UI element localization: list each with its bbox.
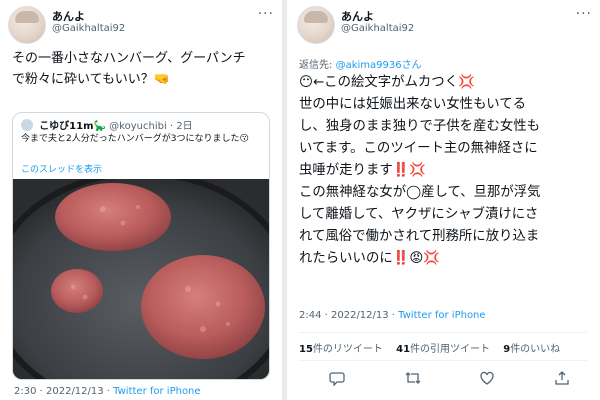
reply-to: 返信先: @akima9936さん (299, 56, 422, 71)
tweet-timestamp[interactable]: 2:44 · 2022/12/13 · (299, 310, 398, 321)
quotes-count: 41 (396, 344, 411, 355)
tweet-text-line: いてます。このツイート主の無神経さに (299, 141, 538, 156)
tweet-header: あんよ @Gaikhaltai92 ··· (297, 6, 592, 46)
quoted-text: 今まで夫と2人分だったハンバーグが3つになりました😗 (21, 134, 249, 144)
retweets-count: 15 (299, 344, 313, 355)
display-name[interactable]: あんよ (52, 8, 85, 24)
tweet-text: 😶←この絵文字がムカつく💢 世の中には妊娠出来ない女性もいてる し、独身のまま独… (299, 72, 594, 270)
display-name[interactable]: あんよ (341, 8, 374, 24)
quoted-tweet[interactable]: こゆび11m🦕 @koyuchibi · 2日 今まで夫と2人分だったハンバーグ… (12, 112, 270, 380)
left-tweet-panel: あんよ @Gaikhaltai92 ··· その一番小さなハンバーグ、グーパンチ… (0, 0, 282, 400)
tweet-source[interactable]: Twitter for iPhone (398, 310, 485, 321)
tweet-text-line: 虫唾が走ります‼️💢 (299, 163, 427, 178)
quoted-time: 2日 (176, 121, 193, 132)
engagement-stats: 15件のリツイート 41件の引用ツイート 9件のいいね (299, 340, 570, 355)
right-tweet-panel: あんよ @Gaikhaltai92 ··· 返信先: @akima9936さん … (287, 0, 600, 400)
reply-to-handle[interactable]: @akima9936さん (336, 60, 422, 71)
quoted-tweet-header: こゆび11m🦕 @koyuchibi · 2日 (21, 117, 193, 132)
tweet-text-line: その一番小さなハンバーグ、グーパンチ (12, 51, 246, 66)
show-thread-link[interactable]: このスレッドを表示 (21, 162, 102, 175)
tweet-text-line: して離婚して、ヤクザにシャブ漬けにさ (299, 207, 539, 222)
divider (299, 360, 588, 361)
tweet-text-line: この無神経な女が◯産して、旦那が浮気 (299, 185, 541, 200)
hamburger-pan-image (13, 170, 269, 379)
divider (299, 332, 588, 333)
quoted-avatar (21, 119, 33, 131)
quoted-display-name: こゆび11m🦕 (39, 121, 106, 132)
tweet-footer: 2:30 · 2022/12/13 · Twitter for iPhone (14, 386, 201, 397)
tweet-text-line: し、独身のまま独りで子供を産む女性も (299, 119, 541, 134)
tweet-text: その一番小さなハンバーグ、グーパンチ で粉々に砕いてもいい？🤜 (12, 48, 274, 90)
tweet-source[interactable]: Twitter for iPhone (113, 386, 200, 397)
user-handle[interactable]: @Gaikhaltai92 (52, 23, 125, 34)
tweet-text-line: れたらいいのに‼️😡💢 (299, 251, 441, 266)
quoted-photo[interactable] (13, 170, 269, 379)
more-dots-icon[interactable]: ··· (258, 6, 274, 22)
likes-label: 件のいいね (510, 344, 561, 355)
user-handle[interactable]: @Gaikhaltai92 (341, 23, 414, 34)
avatar[interactable] (297, 6, 335, 44)
share-icon[interactable] (554, 370, 570, 390)
reply-to-prefix: 返信先: (299, 60, 336, 71)
reply-icon[interactable] (329, 370, 345, 390)
retweet-icon[interactable] (404, 370, 422, 390)
quoted-handle: @koyuchibi (109, 121, 167, 132)
tweet-timestamp[interactable]: 2:30 · 2022/12/13 · (14, 386, 113, 397)
tweet-text-line: で粉々に砕いてもいい？🤜 (12, 72, 170, 87)
quotes-stat[interactable]: 41件の引用ツイート (396, 344, 490, 355)
tweet-header: あんよ @Gaikhaltai92 ··· (8, 6, 274, 46)
tweet-text-line: 😶←この絵文字がムカつく💢 (299, 75, 475, 90)
likes-stat[interactable]: 9件のいいね (503, 344, 560, 355)
action-bar (299, 370, 588, 390)
retweets-label: 件のリツイート (312, 344, 383, 355)
retweets-stat[interactable]: 15件のリツイート (299, 344, 383, 355)
tweet-text-line: 世の中には妊娠出来ない女性もいてる (299, 97, 526, 112)
more-dots-icon[interactable]: ··· (576, 6, 592, 22)
like-icon[interactable] (479, 370, 495, 390)
tweet-text-line: れて風俗で働かされて刑務所に放り込ま (299, 229, 540, 244)
avatar[interactable] (8, 6, 46, 44)
tweet-footer: 2:44 · 2022/12/13 · Twitter for iPhone (299, 310, 486, 321)
quotes-label: 件の引用ツイート (410, 344, 491, 355)
